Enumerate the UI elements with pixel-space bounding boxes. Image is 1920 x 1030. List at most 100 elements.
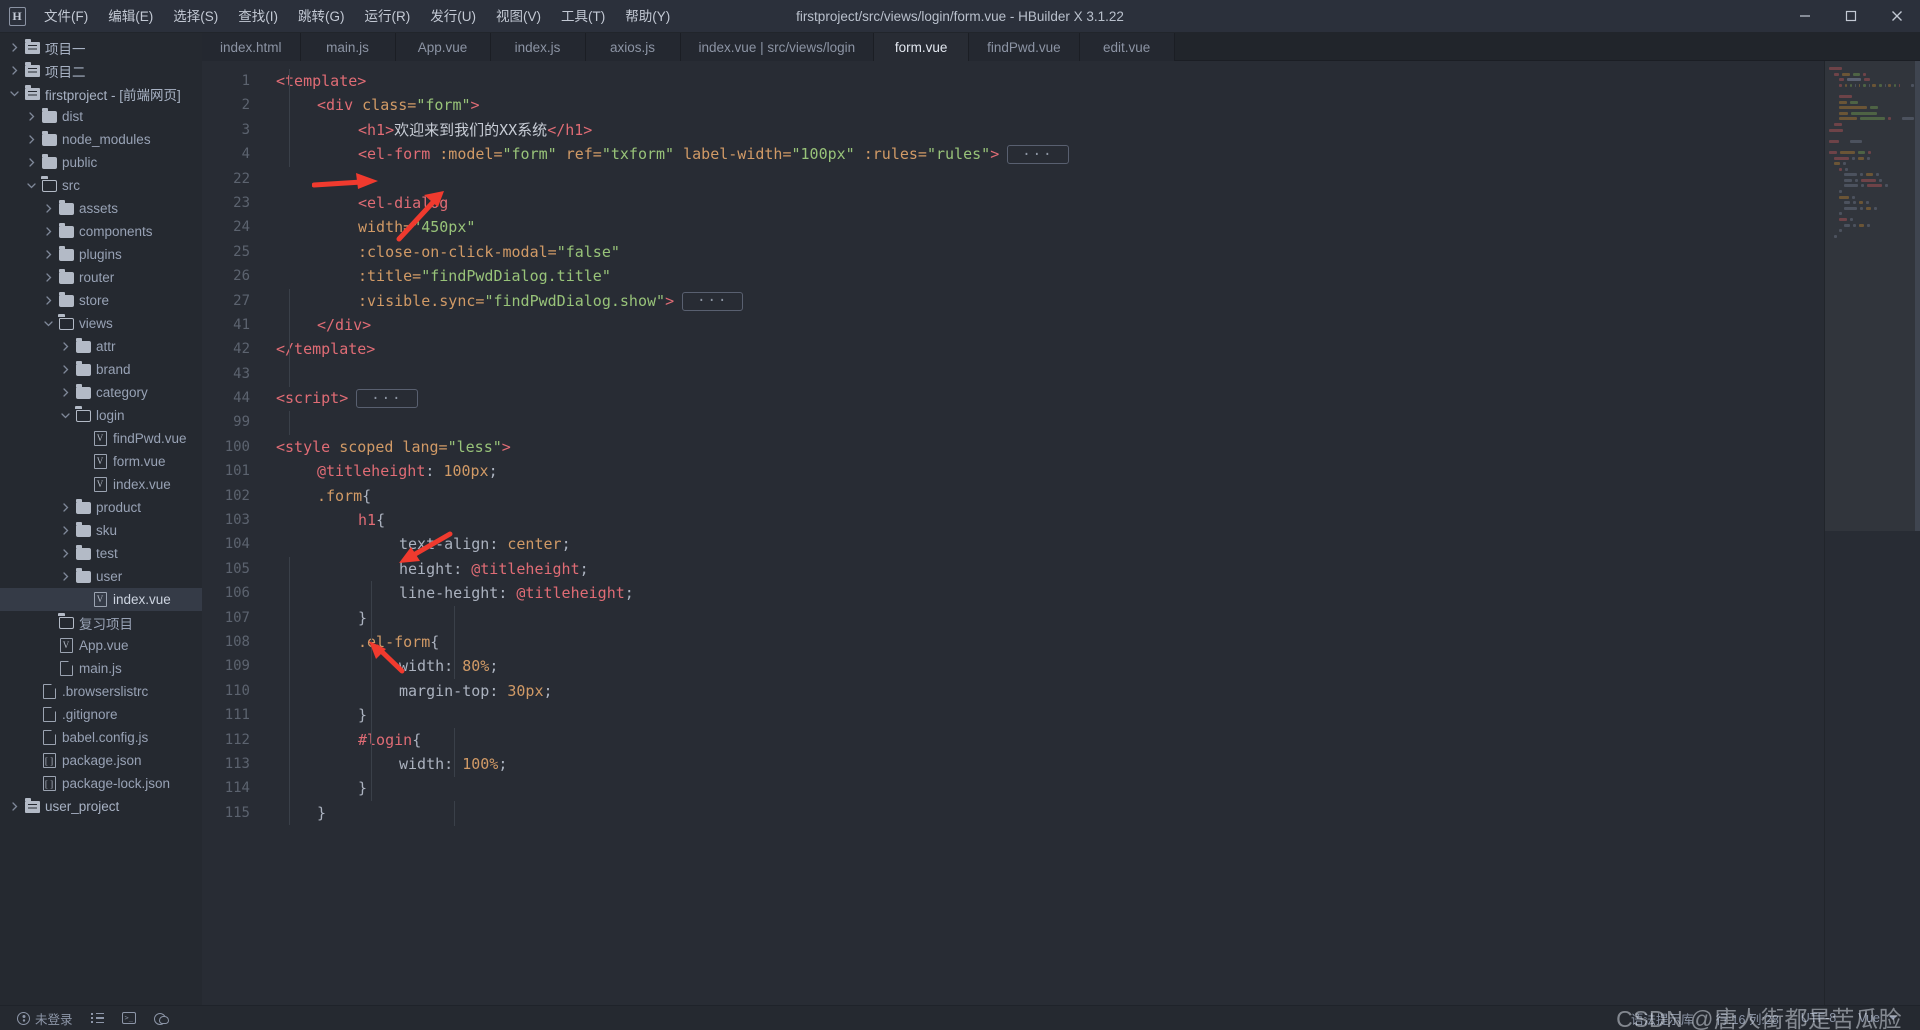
tree-item-public[interactable]: public	[0, 151, 202, 174]
menu-file[interactable]: 文件(F)	[34, 0, 98, 33]
chevron-right-icon[interactable]	[40, 227, 56, 236]
chevron-right-icon[interactable]	[40, 273, 56, 282]
tree-item-.gitignore[interactable]: .gitignore	[0, 703, 202, 726]
code-line[interactable]: width: 100%;	[276, 752, 1824, 776]
cloud-panel-button[interactable]	[145, 1006, 178, 1030]
code-line[interactable]: <script> ···	[276, 386, 1824, 410]
syntax-library-button[interactable]: 语法提示库	[1620, 1006, 1705, 1030]
tree-item-brand[interactable]: brand	[0, 358, 202, 381]
tree-item-src[interactable]: src	[0, 174, 202, 197]
menu-tools[interactable]: 工具(T)	[551, 0, 615, 33]
editor-scrollbar[interactable]	[1915, 61, 1920, 531]
tree-item-package-lock.json[interactable]: [ ] package-lock.json	[0, 772, 202, 795]
tree-item-.browserslistrc[interactable]: .browserslistrc	[0, 680, 202, 703]
tab-index-vue[interactable]: index.vue | src/views/login	[680, 33, 875, 61]
project-explorer-sidebar[interactable]: 项目一 项目二 firstproject - [前端网页] dist node_modu…	[0, 33, 202, 1005]
tab-main-js[interactable]: main.js	[300, 33, 396, 61]
code-line[interactable]: .el-form{	[276, 630, 1824, 654]
tree-item-[interactable]: 项目二	[0, 59, 202, 82]
code-line[interactable]: text-align: center;	[276, 532, 1824, 556]
chevron-right-icon[interactable]	[57, 342, 73, 351]
code-line[interactable]: :visible.sync="findPwdDialog.show"> ···	[276, 289, 1824, 313]
tree-item-views[interactable]: views	[0, 312, 202, 335]
tree-item-findPwd.vue[interactable]: VfindPwd.vue	[0, 427, 202, 450]
code-line[interactable]: <el-dialog	[276, 191, 1824, 215]
menu-find[interactable]: 查找(I)	[228, 0, 288, 33]
code-line[interactable]: <style scoped lang="less">	[276, 435, 1824, 459]
code-line[interactable]: }	[276, 606, 1824, 630]
collapsed-region-badge[interactable]: ···	[682, 291, 744, 311]
code-line[interactable]: width="450px"	[276, 215, 1824, 239]
code-line[interactable]: }	[276, 801, 1824, 825]
tree-item-attr[interactable]: attr	[0, 335, 202, 358]
chevron-down-icon[interactable]	[57, 411, 73, 420]
code-line[interactable]: }	[276, 703, 1824, 727]
editor-tab-bar[interactable]: index.html main.js App.vue index.js axios.js…	[202, 33, 1920, 61]
tree-item-user_project[interactable]: user_project	[0, 795, 202, 818]
tree-item-plugins[interactable]: plugins	[0, 243, 202, 266]
login-status-button[interactable]: 未登录	[8, 1006, 82, 1030]
tree-item-dist[interactable]: dist	[0, 105, 202, 128]
collapsed-region-badge[interactable]: ···	[356, 389, 418, 409]
menu-help[interactable]: 帮助(Y)	[615, 0, 680, 33]
tree-item-login[interactable]: login	[0, 404, 202, 427]
code-editor[interactable]: 1 2 3 4 22 23 24 25 26 27 41 42 43 44 99 100 101 102 103 10…	[202, 61, 1920, 1005]
chevron-right-icon[interactable]	[57, 572, 73, 581]
tree-item-assets[interactable]: assets	[0, 197, 202, 220]
code-line[interactable]: h1{	[276, 508, 1824, 532]
code-line[interactable]: .form{	[276, 484, 1824, 508]
tree-item-store[interactable]: store	[0, 289, 202, 312]
tree-item-product[interactable]: product	[0, 496, 202, 519]
chevron-right-icon[interactable]	[23, 112, 39, 121]
code-line[interactable]: <h1>欢迎来到我们的XX系统</h1>	[276, 118, 1824, 142]
menu-select[interactable]: 选择(S)	[163, 0, 228, 33]
chevron-right-icon[interactable]	[23, 135, 39, 144]
code-line[interactable]: margin-top: 30px;	[276, 679, 1824, 703]
code-line[interactable]: :close-on-click-modal="false"	[276, 240, 1824, 264]
chevron-right-icon[interactable]	[23, 158, 39, 167]
tree-item-package.json[interactable]: [ ] package.json	[0, 749, 202, 772]
encoding-selector[interactable]: UTF-8	[1790, 1006, 1847, 1030]
chevron-right-icon[interactable]	[40, 250, 56, 259]
status-bar[interactable]: 未登录 >_ 语法提示库 行:16 列:28 UTF-8 Vue CSDN @唐…	[0, 1005, 1920, 1030]
menu-edit[interactable]: 编辑(E)	[98, 0, 163, 33]
tree-item-[interactable]: 项目一	[0, 36, 202, 59]
code-line[interactable]: :title="findPwdDialog.title"	[276, 264, 1824, 288]
tab-form-vue[interactable]: form.vue	[874, 33, 970, 61]
chevron-right-icon[interactable]	[57, 526, 73, 535]
tree-item-user[interactable]: user	[0, 565, 202, 588]
chevron-right-icon[interactable]	[40, 296, 56, 305]
code-line[interactable]: </div>	[276, 313, 1824, 337]
tree-item-router[interactable]: router	[0, 266, 202, 289]
chevron-down-icon[interactable]	[6, 89, 22, 98]
chevron-right-icon[interactable]	[57, 365, 73, 374]
maximize-button[interactable]	[1828, 0, 1874, 33]
menu-goto[interactable]: 跳转(G)	[288, 0, 355, 33]
menu-publish[interactable]: 发行(U)	[420, 0, 486, 33]
chevron-down-icon[interactable]	[23, 181, 39, 190]
chevron-right-icon[interactable]	[57, 388, 73, 397]
tree-item-main.js[interactable]: main.js	[0, 657, 202, 680]
tree-item-category[interactable]: category	[0, 381, 202, 404]
code-line[interactable]	[276, 362, 1824, 386]
code-line[interactable]: }	[276, 776, 1824, 800]
close-button[interactable]	[1874, 0, 1920, 33]
chevron-right-icon[interactable]	[6, 43, 22, 52]
collapsed-region-badge[interactable]: ···	[1007, 145, 1069, 165]
tree-item-[interactable]: 复习项目	[0, 611, 202, 634]
chevron-right-icon[interactable]	[6, 802, 22, 811]
window-controls[interactable]	[1782, 0, 1920, 33]
code-line[interactable]: </template>	[276, 337, 1824, 361]
outline-panel-button[interactable]	[82, 1006, 113, 1030]
code-content[interactable]: <template> <div class="form"> <h1>欢迎来到我们的X…	[254, 61, 1824, 1005]
tree-item-form.vue[interactable]: Vform.vue	[0, 450, 202, 473]
terminal-panel-button[interactable]: >_	[113, 1006, 145, 1030]
chevron-right-icon[interactable]	[6, 66, 22, 75]
code-line[interactable]: <div class="form">	[276, 93, 1824, 117]
tab-App-vue[interactable]: App.vue	[395, 33, 491, 61]
code-line[interactable]: <template>	[276, 69, 1824, 93]
tree-item-test[interactable]: test	[0, 542, 202, 565]
code-minimap[interactable]	[1824, 61, 1920, 1005]
tab-index-js[interactable]: index.js	[490, 33, 586, 61]
menu-view[interactable]: 视图(V)	[486, 0, 551, 33]
